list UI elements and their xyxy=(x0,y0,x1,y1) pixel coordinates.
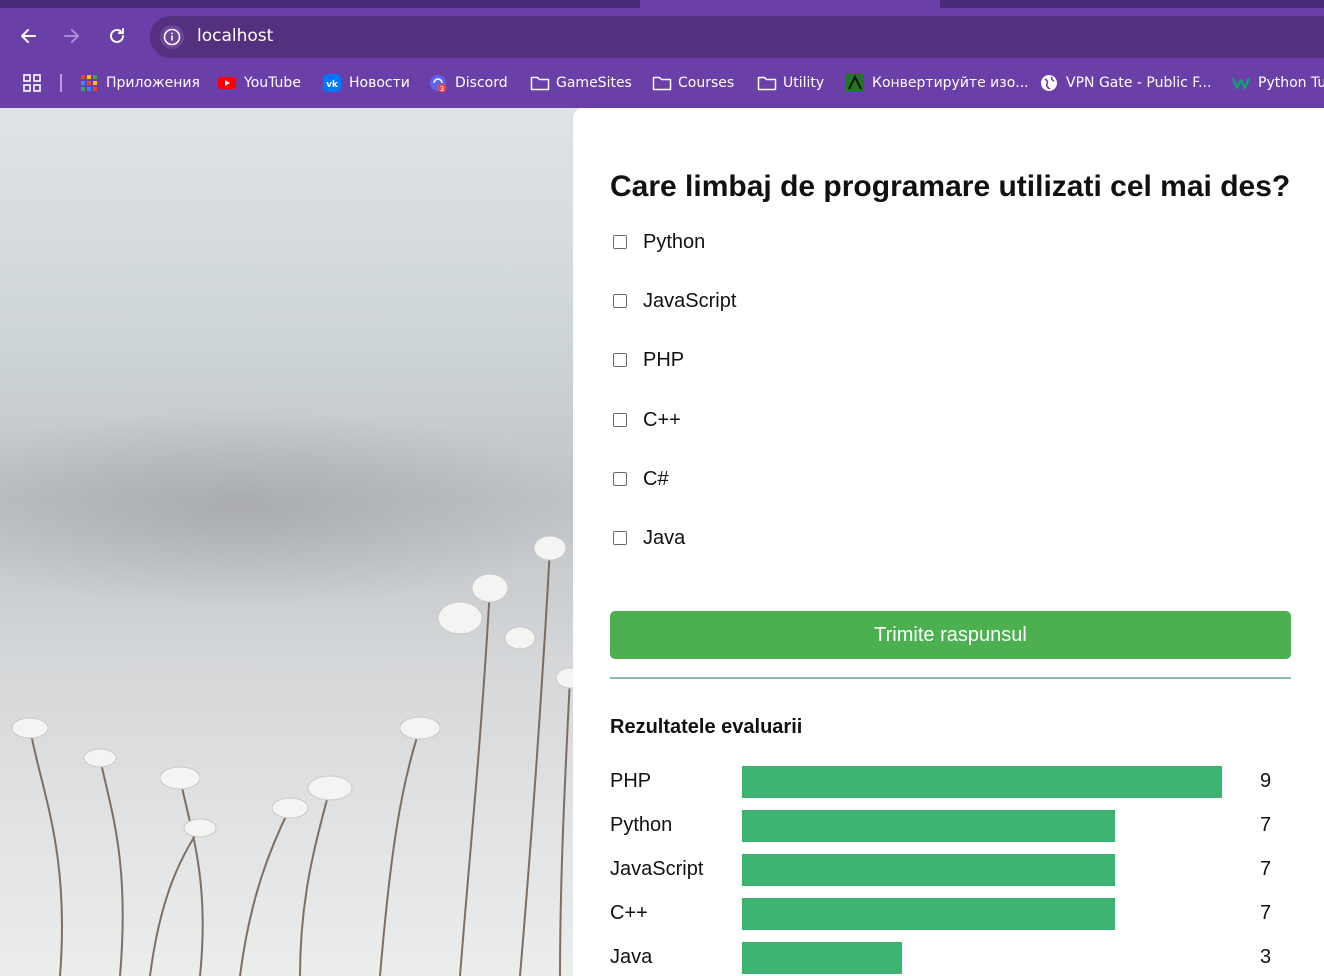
results-title: Rezultatele evaluarii xyxy=(610,716,803,738)
result-bar xyxy=(742,766,1222,798)
site-info-icon[interactable] xyxy=(160,25,184,49)
checkbox[interactable] xyxy=(613,413,627,427)
poll-question: Care limbaj de programare utilizati cel … xyxy=(610,170,1291,203)
result-label: Python xyxy=(610,814,673,836)
svg-text:3: 3 xyxy=(440,85,444,93)
bookmark-youtube[interactable]: YouTube xyxy=(218,66,301,100)
option-csharp[interactable]: C# xyxy=(613,464,669,494)
reload-button[interactable] xyxy=(99,18,135,54)
bookmark-news[interactable]: vk Новости xyxy=(323,66,410,100)
youtube-icon xyxy=(218,74,236,92)
result-row-python: Python 7 xyxy=(610,810,1290,842)
vk-icon: vk xyxy=(323,74,341,92)
option-python[interactable]: Python xyxy=(613,227,705,257)
address-bar[interactable]: localhost xyxy=(150,16,1324,58)
tab-strip xyxy=(0,0,1324,8)
bookmark-label: GameSites xyxy=(556,75,632,91)
bookmark-folder-gamesites[interactable]: GameSites xyxy=(530,66,632,100)
folder-icon xyxy=(652,74,672,92)
result-track xyxy=(742,898,1222,930)
bookmarks-separator xyxy=(60,74,62,92)
checkbox[interactable] xyxy=(613,353,627,367)
result-count: 9 xyxy=(1260,770,1272,792)
bookmark-python-tutorial[interactable]: Python Tu xyxy=(1231,66,1324,100)
discord-icon: 3 xyxy=(429,74,447,93)
bookmark-folder-utility[interactable]: Utility xyxy=(757,66,824,100)
bookmark-label: Courses xyxy=(678,75,735,91)
page-viewport: Care limbaj de programare utilizati cel … xyxy=(0,108,1324,976)
bookmark-label: YouTube xyxy=(244,75,301,91)
result-bar xyxy=(742,854,1116,886)
reload-icon xyxy=(110,28,124,43)
forward-button[interactable] xyxy=(54,18,90,54)
arrow-left-icon xyxy=(21,29,36,43)
bookmark-label: Новости xyxy=(349,75,410,91)
checkbox[interactable] xyxy=(613,235,627,249)
option-label: JavaScript xyxy=(643,289,737,312)
option-java[interactable]: Java xyxy=(613,523,685,553)
w-icon xyxy=(1231,74,1251,92)
result-count: 7 xyxy=(1260,814,1272,836)
globe-icon xyxy=(1040,74,1058,92)
result-track xyxy=(742,854,1222,886)
option-label: Java xyxy=(643,526,686,549)
bookmark-label: Конвертируйте изо... xyxy=(872,75,1029,91)
result-count: 7 xyxy=(1260,858,1272,880)
result-label: C++ xyxy=(610,902,648,924)
converter-icon xyxy=(846,74,864,92)
option-label: Python xyxy=(643,230,706,253)
snowy-plants-illustration xyxy=(11,535,580,976)
result-bar xyxy=(742,810,1116,842)
result-count: 7 xyxy=(1260,902,1272,924)
bookmark-vpngate[interactable]: VPN Gate - Public F... xyxy=(1040,66,1211,100)
checkbox[interactable] xyxy=(613,531,627,545)
submit-button[interactable]: Trimite raspunsul xyxy=(610,611,1291,659)
divider xyxy=(610,677,1291,679)
arrow-right-icon xyxy=(64,29,79,43)
folder-icon xyxy=(757,74,777,92)
poll-card: Care limbaj de programare utilizati cel … xyxy=(573,108,1324,976)
result-bar xyxy=(742,942,902,974)
result-label: JavaScript xyxy=(610,858,704,880)
result-row-cpp: C++ 7 xyxy=(610,898,1290,930)
result-track xyxy=(742,810,1222,842)
option-javascript[interactable]: JavaScript xyxy=(613,286,736,316)
active-tab[interactable] xyxy=(640,0,940,8)
apps-grid-icon xyxy=(80,74,98,92)
option-cpp[interactable]: C++ xyxy=(613,405,681,435)
back-button[interactable] xyxy=(10,18,46,54)
bookmark-label: Python Tu xyxy=(1258,75,1324,91)
option-php[interactable]: PHP xyxy=(613,345,684,375)
result-track xyxy=(742,766,1222,798)
bookmark-converter[interactable]: Конвертируйте изо... xyxy=(846,66,1029,100)
url-text: localhost xyxy=(197,26,274,46)
result-row-php: PHP 9 xyxy=(610,766,1290,798)
option-label: C++ xyxy=(643,408,681,431)
result-row-javascript: JavaScript 7 xyxy=(610,854,1290,886)
folder-icon xyxy=(530,74,550,92)
result-label: PHP xyxy=(610,770,652,792)
result-track xyxy=(742,942,1222,974)
checkbox[interactable] xyxy=(613,294,627,308)
bookmark-label: Приложения xyxy=(106,75,200,91)
bookmark-discord[interactable]: 3 Discord xyxy=(429,66,508,100)
bookmark-label: Discord xyxy=(455,75,508,91)
bookmark-apps[interactable]: Приложения xyxy=(80,66,200,100)
browser-toolbar: localhost xyxy=(0,8,1324,66)
bookmark-label: VPN Gate - Public F... xyxy=(1066,75,1212,91)
bookmark-label: Utility xyxy=(783,75,825,91)
result-bar xyxy=(742,898,1116,930)
result-label: Java xyxy=(610,946,653,968)
option-label: PHP xyxy=(643,348,685,371)
checkbox[interactable] xyxy=(613,472,627,486)
apps-launcher-button[interactable] xyxy=(22,66,42,100)
bookmarks-bar: Приложения YouTube vk Новости 3 Discord … xyxy=(0,66,1324,108)
option-label: C# xyxy=(643,467,669,490)
svg-text:vk: vk xyxy=(326,80,339,90)
result-row-java: Java 3 xyxy=(610,942,1290,974)
grid-icon xyxy=(23,74,41,92)
result-count: 3 xyxy=(1260,946,1272,968)
bookmark-folder-courses[interactable]: Courses xyxy=(652,66,734,100)
